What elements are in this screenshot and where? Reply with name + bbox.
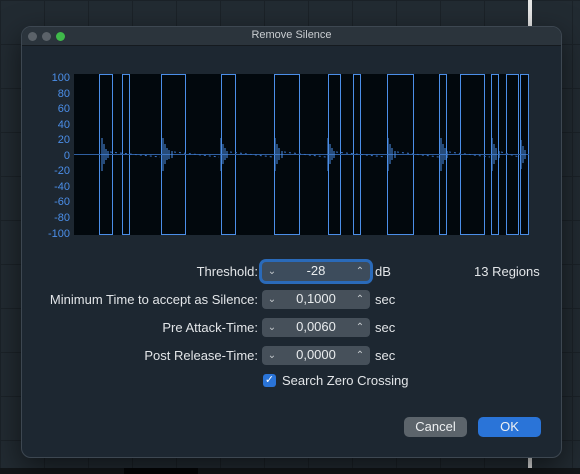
y-axis-tick-label: -40 <box>54 181 70 193</box>
y-axis-tick-label: -20 <box>54 165 70 177</box>
search-zero-crossing-label[interactable]: Search Zero Crossing <box>282 373 408 388</box>
threshold-value[interactable]: -28 <box>282 263 350 278</box>
title-bar[interactable]: Remove Silence <box>22 27 561 46</box>
threshold-label: Threshold: <box>196 264 258 279</box>
min-silence-time-stepper[interactable]: ⌄ 0,1000 ⌃ <box>262 290 370 309</box>
chevron-down-icon[interactable]: ⌄ <box>263 346 281 365</box>
chevron-down-icon[interactable]: ⌄ <box>263 290 281 309</box>
background-bottom-strip <box>0 468 580 474</box>
y-axis-tick-label: -100 <box>47 228 70 240</box>
y-axis-tick-label: 80 <box>57 88 70 100</box>
y-axis-tick-label: 100 <box>51 72 70 84</box>
checkmark-icon: ✓ <box>264 374 275 386</box>
pre-attack-time-label: Pre Attack-Time: <box>162 320 258 335</box>
waveform-display[interactable] <box>74 74 529 235</box>
y-axis-tick-label: 60 <box>57 103 70 115</box>
chevron-up-icon[interactable]: ⌃ <box>351 290 369 309</box>
y-axis-tick-label: -80 <box>54 212 70 224</box>
y-axis-tick-label: -60 <box>54 196 70 208</box>
chevron-up-icon[interactable]: ⌃ <box>351 262 369 281</box>
post-release-time-label: Post Release-Time: <box>144 348 258 363</box>
y-axis-tick-label: 20 <box>57 134 70 146</box>
post-release-time-value[interactable]: 0,0000 <box>282 347 350 362</box>
chevron-down-icon[interactable]: ⌄ <box>263 318 281 337</box>
threshold-unit: dB <box>375 264 391 279</box>
ok-button[interactable]: OK <box>478 417 541 437</box>
remove-silence-dialog: Remove Silence 100 80 60 40 20 0 -20 -40… <box>21 26 562 458</box>
y-axis-tick-label: 0 <box>63 150 70 162</box>
min-silence-time-value[interactable]: 0,1000 <box>282 291 350 306</box>
min-silence-time-unit: sec <box>375 292 396 307</box>
threshold-stepper[interactable]: ⌄ -28 ⌃ <box>262 262 370 281</box>
min-silence-time-label: Minimum Time to accept as Silence: <box>49 292 258 307</box>
regions-count: 13 Regions <box>474 264 540 279</box>
chevron-down-icon[interactable]: ⌄ <box>263 262 281 281</box>
pre-attack-time-value[interactable]: 0,0060 <box>282 319 350 334</box>
window-title: Remove Silence <box>251 29 332 41</box>
waveform-graphic <box>74 74 529 235</box>
chevron-up-icon[interactable]: ⌃ <box>351 346 369 365</box>
post-release-time-unit: sec <box>375 348 396 363</box>
pre-attack-time-unit: sec <box>375 320 396 335</box>
cancel-button[interactable]: Cancel <box>404 417 467 437</box>
search-zero-crossing-checkbox[interactable]: ✓ <box>263 374 276 387</box>
chevron-up-icon[interactable]: ⌃ <box>351 318 369 337</box>
post-release-time-stepper[interactable]: ⌄ 0,0000 ⌃ <box>262 346 370 365</box>
pre-attack-time-stepper[interactable]: ⌄ 0,0060 ⌃ <box>262 318 370 337</box>
y-axis-tick-label: 40 <box>57 119 70 131</box>
